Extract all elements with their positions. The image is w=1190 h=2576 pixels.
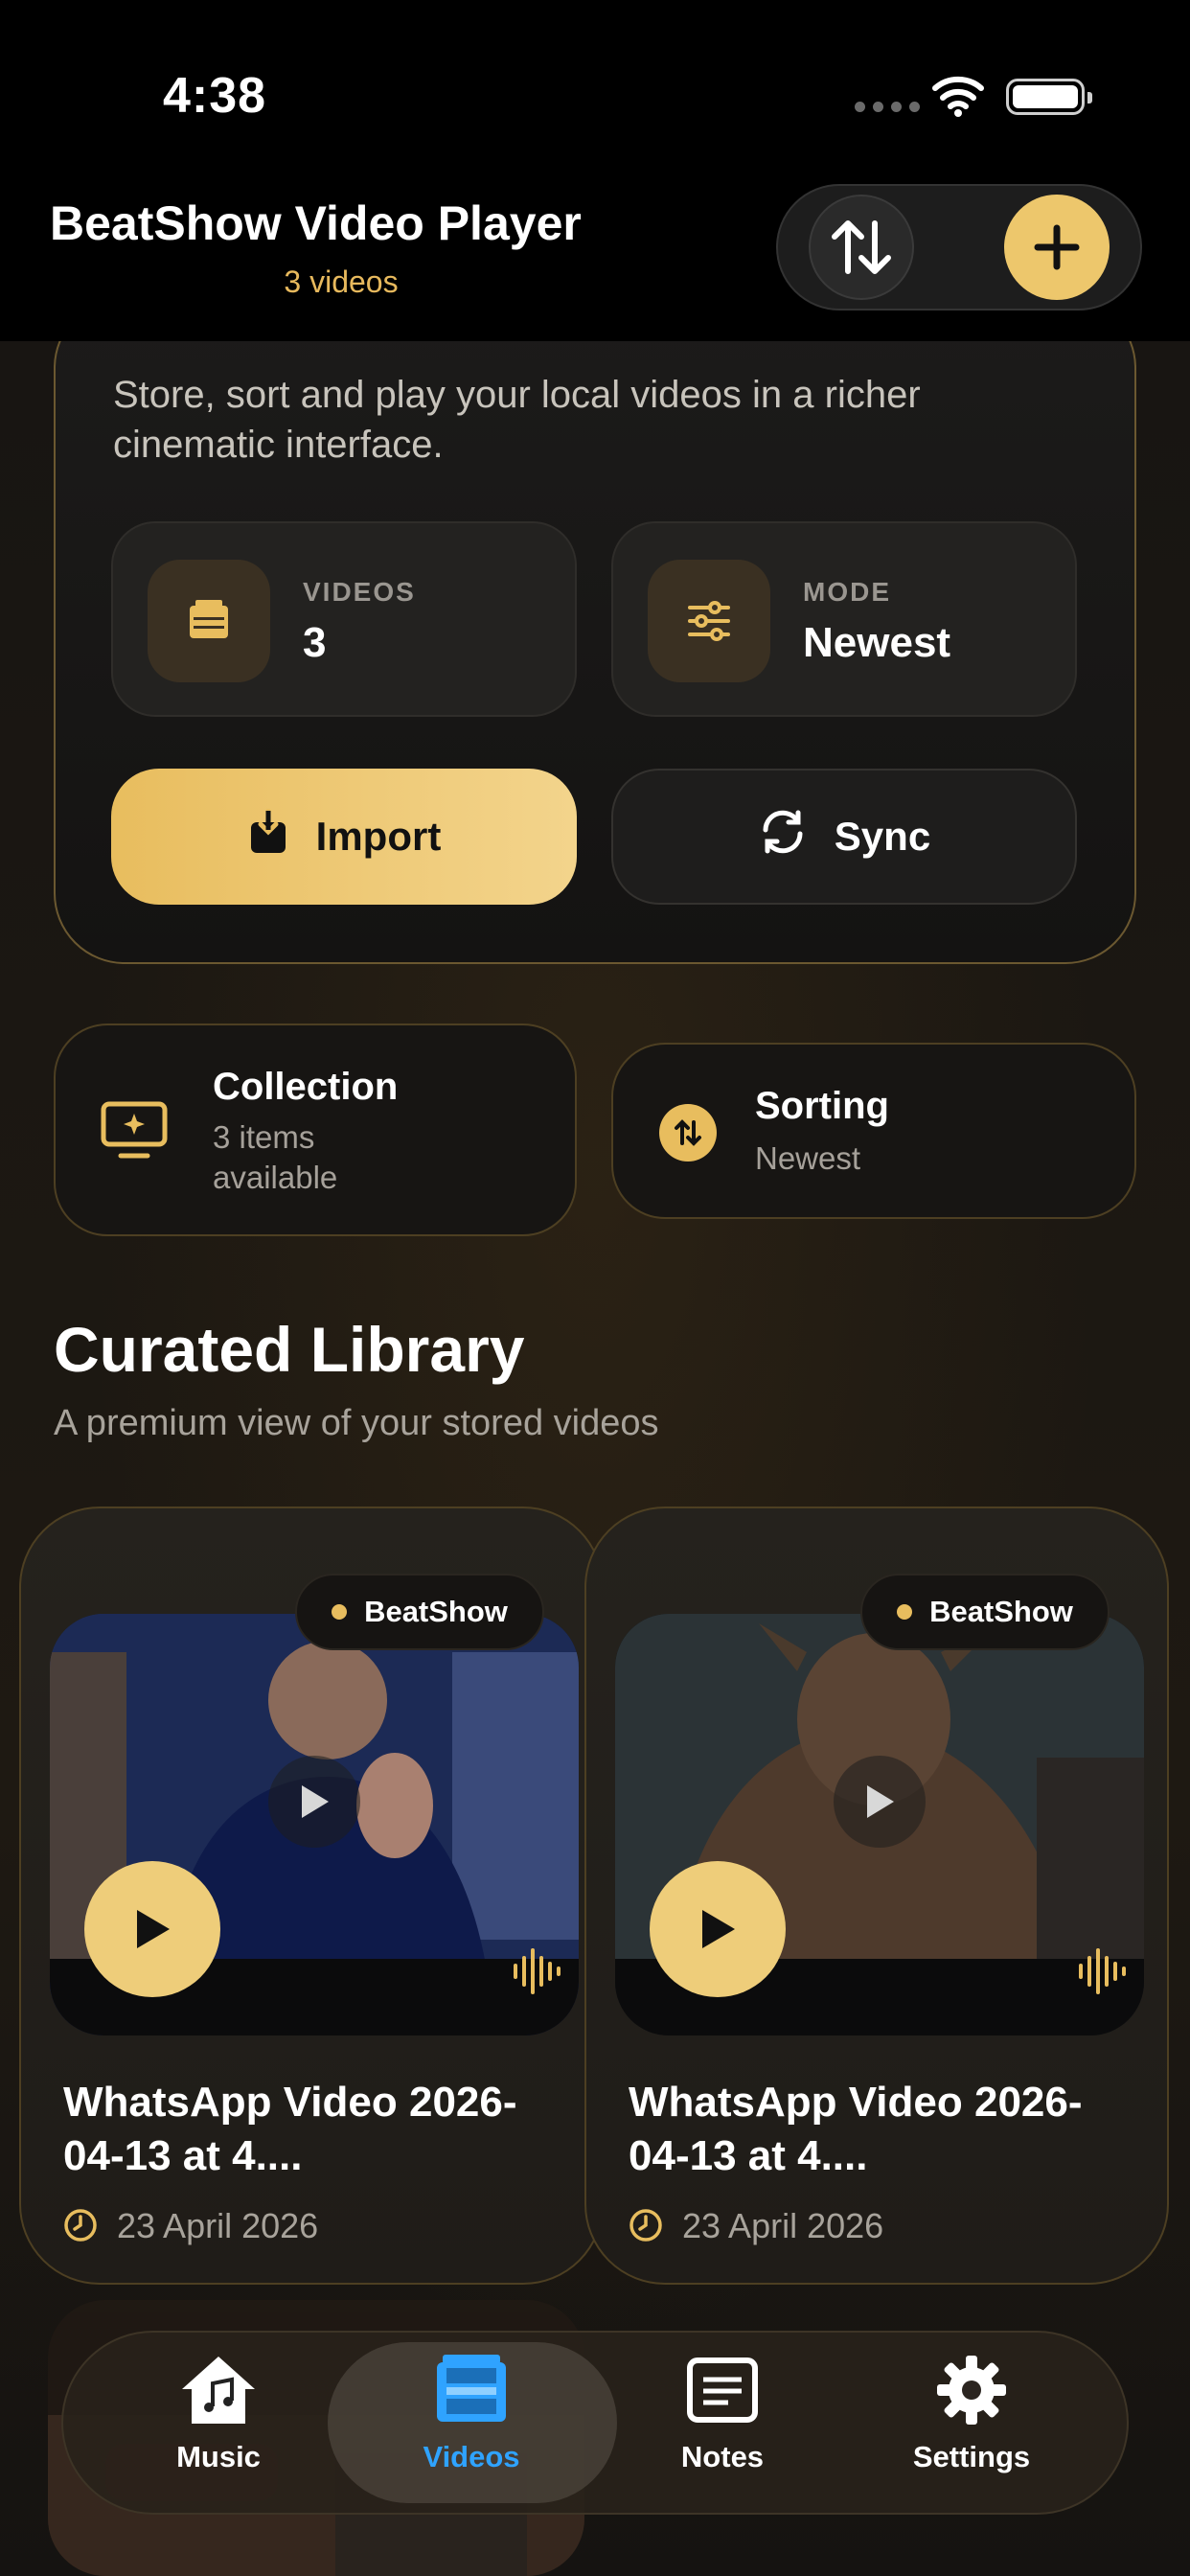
videos-stat-card: VIDEOS 3 bbox=[111, 521, 577, 717]
video-title: WhatsApp Video 2026-04-13 at 4.... bbox=[63, 2079, 517, 2179]
sorting-chip[interactable]: Sorting Newest bbox=[611, 1043, 1136, 1219]
clock-icon bbox=[629, 2208, 663, 2247]
battery-icon bbox=[1006, 79, 1092, 115]
tab-videos-label: Videos bbox=[423, 2440, 520, 2473]
video-date: 23 April 2026 bbox=[117, 2206, 319, 2245]
tab-notes[interactable]: Notes bbox=[627, 2352, 818, 2474]
badge-label: BeatShow bbox=[929, 1595, 1073, 1628]
gear-icon bbox=[876, 2352, 1067, 2428]
arrows-up-down-icon bbox=[832, 220, 891, 274]
sliders-icon bbox=[648, 560, 770, 682]
import-label: Import bbox=[315, 814, 442, 859]
source-badge: BeatShow bbox=[295, 1574, 544, 1650]
video-title: WhatsApp Video 2026-04-13 at 4.... bbox=[629, 2079, 1083, 2179]
play-overlay-icon bbox=[268, 1756, 360, 1848]
import-button[interactable]: Import bbox=[111, 769, 577, 905]
video-date: 23 April 2026 bbox=[682, 2206, 884, 2245]
page-title: BeatShow Video Player bbox=[50, 196, 582, 250]
app-header: 4:38 BeatShow Video Player 3 videos bbox=[0, 0, 1190, 341]
videos-stat-value: 3 bbox=[303, 619, 327, 666]
badge-dot bbox=[332, 1604, 348, 1620]
sync-button[interactable]: Sync bbox=[611, 769, 1077, 905]
tab-videos[interactable]: Videos bbox=[376, 2352, 567, 2474]
sorting-subtitle: Newest bbox=[755, 1140, 861, 1176]
source-badge: BeatShow bbox=[860, 1574, 1110, 1650]
mode-stat-card: MODE Newest bbox=[611, 521, 1077, 717]
library-title: Curated Library bbox=[54, 1314, 525, 1385]
clock-icon bbox=[63, 2208, 98, 2247]
play-button[interactable] bbox=[650, 1861, 786, 1997]
waveform-icon bbox=[1075, 1944, 1129, 2003]
sync-label: Sync bbox=[834, 814, 931, 859]
tab-settings[interactable]: Settings bbox=[876, 2352, 1067, 2474]
video-thumbnail[interactable] bbox=[615, 1614, 1144, 2036]
badge-dot bbox=[897, 1604, 913, 1620]
badge-label: BeatShow bbox=[364, 1595, 508, 1628]
play-button[interactable] bbox=[84, 1861, 220, 1997]
hero-description: Store, sort and play your local videos i… bbox=[113, 374, 921, 466]
plus-icon bbox=[1034, 224, 1080, 270]
collection-chip[interactable]: Collection 3 items available bbox=[54, 1024, 577, 1236]
tab-bar: Music Videos Notes Settings bbox=[61, 2331, 1129, 2515]
tab-music-label: Music bbox=[176, 2440, 261, 2473]
video-thumbnail[interactable] bbox=[50, 1614, 579, 2036]
mode-stat-value: Newest bbox=[803, 619, 951, 666]
film-box-icon bbox=[148, 560, 270, 682]
sort-button[interactable] bbox=[809, 195, 914, 300]
film-icon bbox=[376, 2352, 567, 2428]
tab-settings-label: Settings bbox=[912, 2440, 1031, 2473]
videos-stat-label: VIDEOS bbox=[303, 577, 416, 607]
video-card[interactable]: BeatShow WhatsApp Video 2026-04-13 at 4.… bbox=[19, 1506, 604, 2285]
video-count: 3 videos bbox=[284, 264, 399, 299]
tv-sparkle-icon bbox=[100, 1100, 169, 1166]
sync-icon bbox=[758, 807, 808, 866]
tab-notes-label: Notes bbox=[680, 2440, 765, 2473]
collection-title: Collection bbox=[213, 1066, 399, 1108]
library-subtitle: A premium view of your stored videos bbox=[54, 1403, 659, 1443]
notes-icon bbox=[627, 2352, 818, 2428]
collection-subtitle: 3 items available bbox=[213, 1119, 338, 1195]
wifi-icon bbox=[932, 76, 984, 117]
waveform-icon bbox=[510, 1944, 563, 2003]
mode-stat-label: MODE bbox=[803, 577, 891, 607]
add-video-button[interactable] bbox=[1004, 195, 1110, 300]
import-icon bbox=[247, 808, 289, 864]
play-overlay-icon bbox=[834, 1756, 926, 1848]
tab-music[interactable]: Music bbox=[123, 2352, 314, 2474]
sort-arrows-icon bbox=[659, 1104, 717, 1162]
home-music-icon bbox=[123, 2352, 314, 2428]
sorting-title: Sorting bbox=[755, 1085, 889, 1127]
status-time: 4:38 bbox=[163, 68, 267, 124]
cellular-signal-icon bbox=[855, 102, 920, 112]
video-card[interactable]: BeatShow WhatsApp Video 2026-04-13 at 4.… bbox=[584, 1506, 1169, 2285]
